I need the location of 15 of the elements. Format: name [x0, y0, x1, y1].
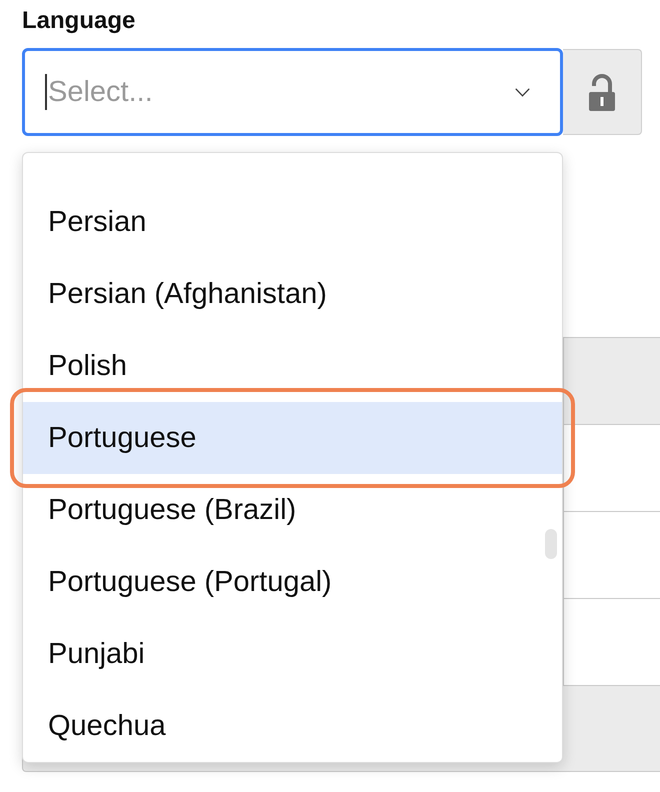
dropdown-option[interactable]: Punjabi — [23, 618, 562, 690]
chevron-down-icon — [515, 88, 530, 96]
input-field[interactable] — [563, 511, 660, 598]
lock-button[interactable] — [563, 49, 642, 135]
input-field[interactable] — [563, 424, 660, 511]
dropdown-option[interactable]: Polish — [23, 330, 562, 402]
scrollbar-thumb[interactable] — [545, 529, 557, 559]
dropdown-option[interactable]: Persian — [23, 186, 562, 258]
field-label: Language — [22, 6, 136, 36]
dropdown-option[interactable]: Persian (Afghanistan) — [23, 258, 562, 330]
dropdown-option[interactable]: Portuguese — [23, 402, 562, 474]
dropdown-option[interactable]: Portuguese (Brazil) — [23, 474, 562, 546]
input-field[interactable] — [563, 598, 660, 685]
dropdown-option[interactable]: Portuguese (Portugal) — [23, 546, 562, 618]
dropdown-option[interactable]: Quechua — [23, 690, 562, 762]
